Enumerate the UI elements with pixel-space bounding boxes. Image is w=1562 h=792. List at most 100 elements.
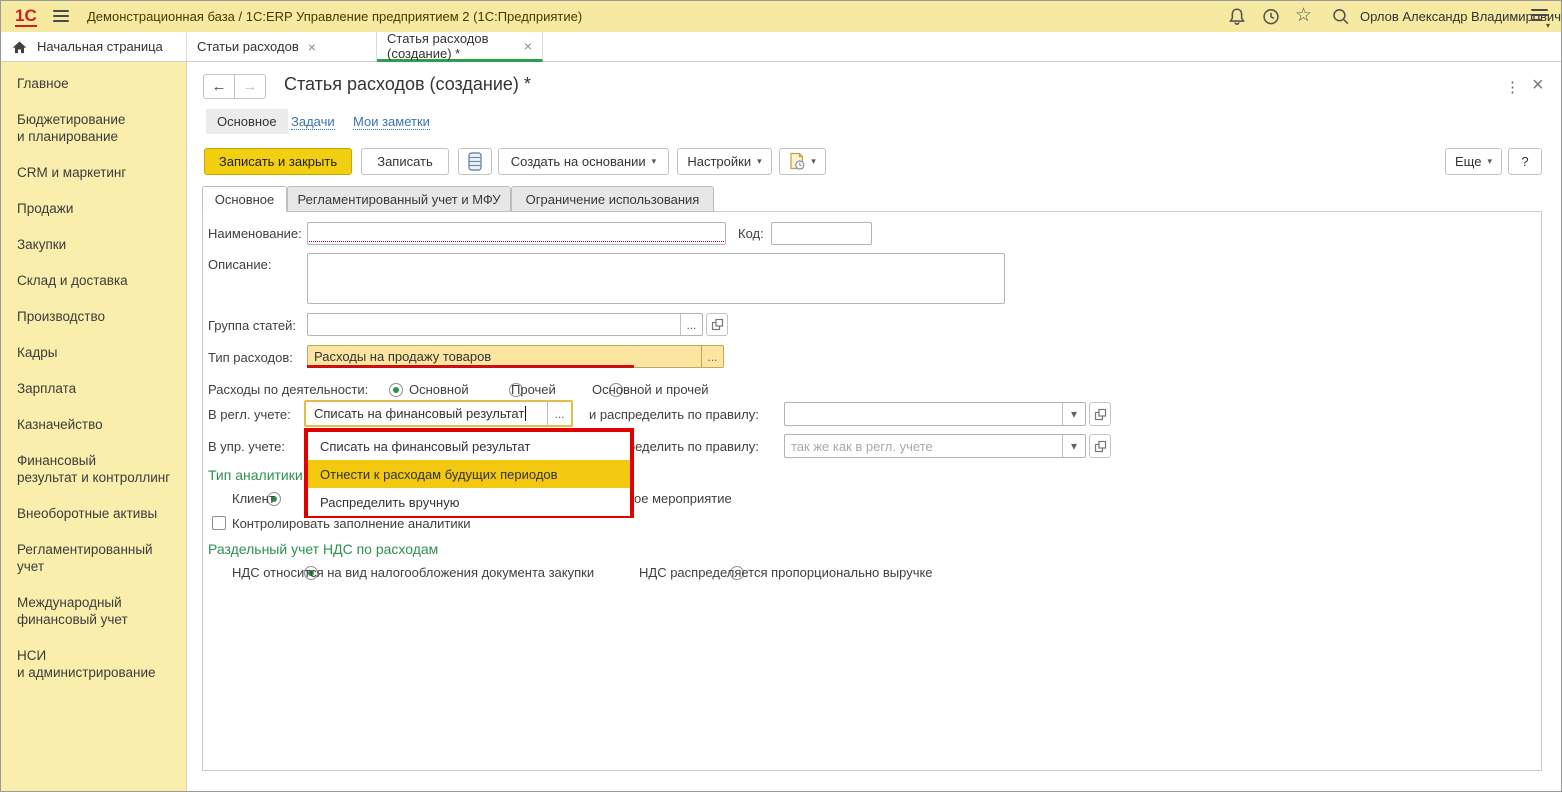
tutorial-highlight-frame: Списать на финансовый результат Отнести … xyxy=(304,428,634,518)
caret-down-icon: ▾ xyxy=(1487,156,1492,166)
reg-rule-open-button[interactable] xyxy=(1089,402,1111,426)
reg-distribute-rule-label: и распределить по правилу: xyxy=(589,407,759,422)
sidebar-item-budgeting[interactable]: Бюджетирование и планирование xyxy=(17,111,180,145)
group-open-button[interactable] xyxy=(706,313,728,336)
settings-button[interactable]: Настройки ▾ xyxy=(677,148,772,175)
main-menu-icon[interactable] xyxy=(53,10,69,22)
analytics-radio-client-label[interactable]: Клиент xyxy=(232,491,275,506)
reg-accounting-select-button[interactable]: ... xyxy=(547,402,571,425)
tab-expense-item-create[interactable]: Статья расходов (создание) * × xyxy=(377,30,543,62)
sidebar-item-sales[interactable]: Продажи xyxy=(17,200,180,217)
sidebar-item-production[interactable]: Производство xyxy=(17,308,180,325)
caret-down-icon: ▾ xyxy=(651,156,657,166)
tab-close-icon[interactable]: × xyxy=(308,39,316,55)
open-icon xyxy=(711,318,723,331)
nav-link-notes[interactable]: Мои заметки xyxy=(353,114,430,130)
sidebar-item-regulated-accounting[interactable]: Регламентированный учет xyxy=(17,541,180,575)
sidebar-item-payroll[interactable]: Зарплата xyxy=(17,380,180,397)
activity-radio-main-and-other-label[interactable]: Основной и прочей xyxy=(592,382,709,397)
description-textarea[interactable] xyxy=(307,253,1005,304)
reg-accounting-label: В регл. учете: xyxy=(208,407,291,422)
mgmt-rule-open-button[interactable] xyxy=(1089,434,1111,458)
save-button[interactable]: Записать xyxy=(361,148,449,175)
mgmt-accounting-label: В упр. учете: xyxy=(208,439,285,454)
tab-expense-items[interactable]: Статьи расходов × xyxy=(187,32,377,61)
name-label: Наименование: xyxy=(208,226,302,241)
favorites-icon[interactable]: ☆ xyxy=(1295,4,1312,27)
sidebar-item-warehouse[interactable]: Склад и доставка xyxy=(17,272,180,289)
expense-type-red-underline xyxy=(307,365,634,368)
notifications-icon[interactable] xyxy=(1227,7,1247,26)
tab-close-icon[interactable]: × xyxy=(524,38,532,54)
open-icon xyxy=(1094,440,1106,452)
save-and-close-button[interactable]: Записать и закрыть xyxy=(204,148,352,175)
user-menu-icon[interactable]: ▾ xyxy=(1531,9,1550,30)
mgmt-rule-combo[interactable]: так же как в регл. учете ▾ xyxy=(784,434,1086,458)
sidebar-item-crm[interactable]: CRM и маркетинг xyxy=(17,164,180,181)
back-icon: ← xyxy=(211,78,227,95)
dropdown-item-distribute-manually[interactable]: Распределить вручную xyxy=(308,488,630,516)
close-form-icon[interactable]: × xyxy=(1532,74,1544,97)
history-icon[interactable] xyxy=(1261,7,1281,26)
help-button[interactable]: ? xyxy=(1508,148,1542,175)
expense-type-label: Тип расходов: xyxy=(208,350,293,365)
dropdown-item-write-off[interactable]: Списать на финансовый результат xyxy=(308,432,630,460)
sidebar-item-financial-result[interactable]: Финансовый результат и контроллинг xyxy=(17,452,180,486)
combo-arrow-icon[interactable]: ▾ xyxy=(1062,403,1085,425)
tab-label: Статьи расходов xyxy=(197,39,299,54)
forward-button[interactable]: → xyxy=(234,74,266,99)
group-input[interactable]: ... xyxy=(307,313,703,336)
caret-down-icon: ▾ xyxy=(811,156,816,166)
open-icon xyxy=(1094,408,1106,420)
form-tab-main[interactable]: Основное xyxy=(202,186,287,212)
form-tab-regulated[interactable]: Регламентированный учет и МФУ xyxy=(287,186,511,212)
activity-label: Расходы по деятельности: xyxy=(208,382,369,397)
vat-section-title: Раздельный учет НДС по расходам xyxy=(208,541,439,557)
expense-type-value[interactable]: Расходы на продажу товаров xyxy=(308,349,701,364)
expense-type-select-button[interactable]: ... xyxy=(701,346,723,367)
register-records-button[interactable] xyxy=(458,148,492,175)
tab-label: Статья расходов (создание) * xyxy=(387,30,489,61)
vat-radio-proportional-revenue-label[interactable]: НДС распределяется пропорционально выруч… xyxy=(639,565,933,580)
document-clock-icon xyxy=(790,152,805,170)
search-icon[interactable] xyxy=(1331,7,1351,26)
sidebar-item-purchases[interactable]: Закупки xyxy=(17,236,180,253)
dropdown-item-deferred-expenses[interactable]: Отнести к расходам будущих периодов xyxy=(308,460,630,488)
create-based-on-button[interactable]: Создать на основании ▾ xyxy=(498,148,669,175)
sidebar-item-noncurrent-assets[interactable]: Внеоборотные активы xyxy=(17,505,180,522)
more-button[interactable]: Еще ▾ xyxy=(1445,148,1502,175)
sidebar-item-international-accounting[interactable]: Международный финансовый учет xyxy=(17,594,180,628)
vat-radio-by-purchase-document-label[interactable]: НДС относится на вид налогообложения док… xyxy=(232,565,594,580)
sidebar-item-main[interactable]: Главное xyxy=(17,75,180,92)
activity-radio-main-label[interactable]: Основной xyxy=(409,382,469,397)
sidebar-item-master-data-admin[interactable]: НСИ и администрирование xyxy=(17,647,180,681)
caret-down-icon: ▾ xyxy=(757,156,762,166)
tab-home[interactable]: Начальная страница xyxy=(1,32,187,61)
home-icon xyxy=(12,41,27,53)
group-select-button[interactable]: ... xyxy=(680,314,702,335)
nav-link-main[interactable]: Основное xyxy=(206,109,288,134)
tab-home-label: Начальная страница xyxy=(37,39,163,54)
list-stack-icon xyxy=(468,152,482,171)
sidebar-item-treasury[interactable]: Казначейство xyxy=(17,416,180,433)
change-history-button[interactable]: ▾ xyxy=(779,148,826,175)
analytics-radio-event-label-fragment[interactable]: ое мероприятие xyxy=(634,491,732,506)
nav-link-tasks[interactable]: Задачи xyxy=(291,114,335,130)
title-bar: 1С Демонстрационная база / 1С:ERP Управл… xyxy=(1,1,1561,32)
form-tab-usage-restriction[interactable]: Ограничение использования xyxy=(511,186,714,212)
combo-arrow-icon[interactable]: ▾ xyxy=(1062,435,1085,457)
kebab-menu-icon[interactable]: ⋮ xyxy=(1505,78,1520,96)
back-button[interactable]: ← xyxy=(203,74,235,99)
reg-rule-combo[interactable]: ▾ xyxy=(784,402,1086,426)
sidebar-item-hr[interactable]: Кадры xyxy=(17,344,180,361)
control-analytics-checkbox[interactable] xyxy=(212,516,226,530)
activity-radio-other-label[interactable]: Прочей xyxy=(511,382,556,397)
control-analytics-checkbox-label[interactable]: Контролировать заполнение аналитики xyxy=(232,516,471,531)
required-field-underline xyxy=(309,241,724,242)
mgmt-rule-placeholder[interactable]: так же как в регл. учете xyxy=(785,439,1062,454)
activity-radio-main[interactable] xyxy=(389,382,403,397)
reg-accounting-input[interactable]: Списать на финансовый результат ... xyxy=(304,400,573,427)
reg-accounting-value[interactable]: Списать на финансовый результат xyxy=(314,406,524,421)
code-input[interactable] xyxy=(771,222,872,245)
section-sidebar: Главное Бюджетирование и планирование CR… xyxy=(1,62,187,791)
